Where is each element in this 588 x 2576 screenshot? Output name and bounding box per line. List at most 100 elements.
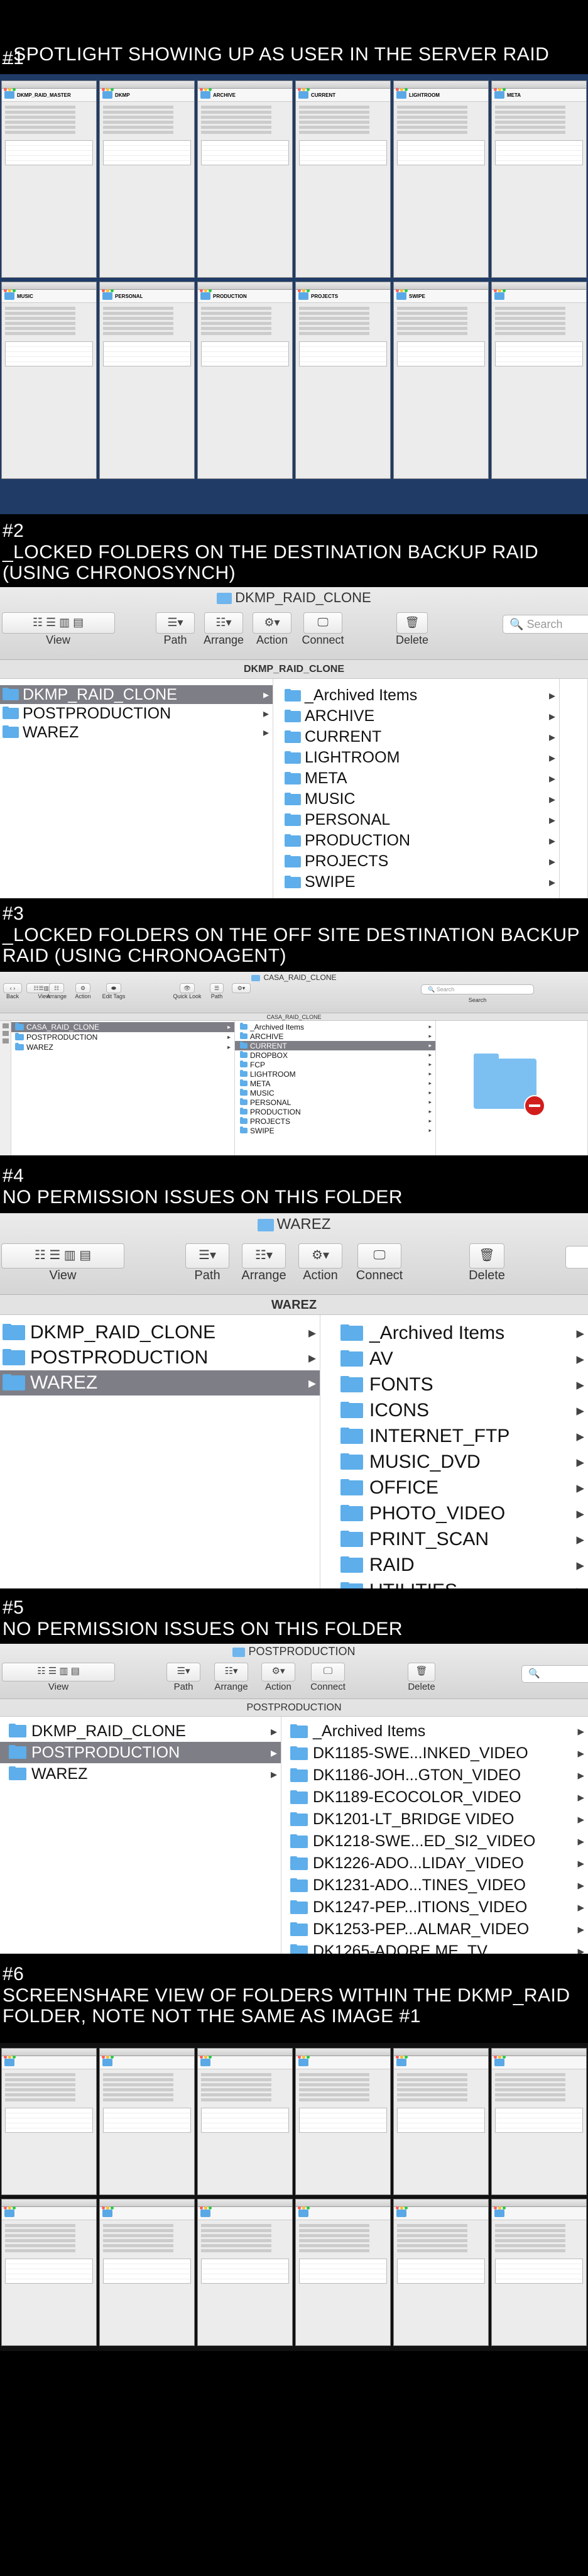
folder-list-item[interactable]: CURRENT ▸ (273, 727, 559, 747)
folder-list-item[interactable]: FONTS ▸ (320, 1372, 588, 1397)
folder-list-item[interactable]: AV ▸ (320, 1346, 588, 1372)
monitor-icon[interactable]: 🖵 (311, 1663, 345, 1682)
window-controls[interactable] (4, 83, 17, 94)
window-controls[interactable] (396, 2050, 409, 2062)
folder-list-item[interactable]: MUSIC ▸ (273, 789, 559, 810)
window-controls[interactable] (200, 83, 213, 94)
window-controls[interactable] (4, 2201, 17, 2213)
window-controls[interactable] (298, 284, 311, 295)
gear-icon[interactable]: ⚙▾ (298, 1243, 342, 1269)
view-buttons[interactable]: ☷ ☰ ▥ ▤ (2, 1663, 115, 1682)
folder-list-item[interactable]: PROJECTS ▸ (273, 851, 559, 872)
arrange-button[interactable]: ☷▾ Arrange (200, 612, 248, 647)
gear-icon[interactable]: ⚙▾ (261, 1663, 295, 1682)
sidebar-volume-item[interactable]: WAREZ ▸ (0, 1370, 320, 1395)
window-controls[interactable] (200, 284, 213, 295)
arrange-icon[interactable]: ☷▾ (242, 1243, 286, 1269)
connect-button[interactable]: 🖵 Connect (297, 612, 349, 647)
folder-list-item[interactable]: DK1201-LT_BRIDGE VIDEO ▸ (281, 1808, 588, 1830)
connect-button[interactable]: 🖵 Connect (303, 1663, 353, 1692)
folder-list-item[interactable]: DK1186-JOH...GTON_VIDEO ▸ (281, 1764, 588, 1786)
folder-list-item[interactable]: PERSONAL ▸ (235, 1098, 435, 1107)
view-control[interactable]: ☷ ☰ ▥ ▤ View (0, 1663, 117, 1692)
connect-button[interactable]: 🖵 Connect (349, 1243, 410, 1283)
path-button[interactable]: ☰▾ Path (153, 612, 197, 647)
window-controls[interactable] (102, 2201, 115, 2213)
window-controls[interactable] (200, 2201, 213, 2213)
gear-icon[interactable]: ⚙▾ (253, 612, 291, 634)
window-controls[interactable] (494, 2201, 507, 2213)
arrange-icon[interactable]: ☷▾ (214, 1663, 248, 1682)
view-control[interactable]: ☷ ☰ ▥ ▤ View (0, 612, 116, 647)
folder-list-item[interactable]: DK1226-ADO...LIDAY_VIDEO ▸ (281, 1852, 588, 1874)
folder-list-item[interactable]: ARCHIVE ▸ (273, 706, 559, 727)
path-icon[interactable]: ☰ (210, 983, 224, 993)
sidebar-volume-item[interactable]: DKMP_RAID_CLONE ▸ (0, 685, 273, 704)
window-controls[interactable] (494, 83, 507, 94)
monitor-icon[interactable]: 🖵 (357, 1243, 401, 1269)
action-button[interactable]: ⚙▾ Action (258, 1663, 299, 1692)
sidebar-volume-item[interactable]: POSTPRODUCTION ▸ (0, 1742, 281, 1763)
path-icon[interactable]: ☰▾ (166, 1663, 200, 1682)
window-controls[interactable] (102, 2050, 115, 2062)
folder-list-item[interactable]: _Archived Items ▸ (281, 1720, 588, 1742)
folder-list-item[interactable]: RAID ▸ (320, 1552, 588, 1578)
trash-icon[interactable]: 🗑 (396, 612, 428, 634)
folder-list-item[interactable]: _Archived Items ▸ (235, 1022, 435, 1032)
sidebar-volume-item[interactable]: POSTPRODUCTION ▸ (0, 1345, 320, 1370)
path-icon[interactable]: ☰▾ (185, 1243, 229, 1269)
sidebar-volume-item[interactable]: POSTPRODUCTION ▸ (11, 1032, 234, 1042)
folder-list-item[interactable]: META ▸ (273, 768, 559, 789)
folder-list-item[interactable]: SWIPE ▸ (273, 872, 559, 893)
folder-list-item[interactable]: MUSIC ▸ (235, 1088, 435, 1098)
folder-list-item[interactable]: ICONS ▸ (320, 1397, 588, 1423)
path-button[interactable]: ☰▾ Path (182, 1243, 232, 1283)
view-buttons[interactable]: ☷ ☰ ▥ ▤ (1, 612, 115, 634)
folder-list-item[interactable]: LIGHTROOM ▸ (235, 1069, 435, 1079)
gear-icon[interactable]: ⚙▾ (232, 983, 251, 993)
window-controls[interactable] (396, 2201, 409, 2213)
folder-list-item[interactable]: META ▸ (235, 1079, 435, 1088)
gear-icon[interactable]: ⚙ (75, 983, 90, 993)
folder-list-item[interactable]: MUSIC_DVD ▸ (320, 1449, 588, 1475)
back-arrow-icon[interactable]: ‹ › (3, 983, 22, 993)
window-controls[interactable] (200, 2050, 213, 2062)
folder-list-item[interactable]: PRINT_SCAN ▸ (320, 1526, 588, 1552)
path-button[interactable]: ☰▾ Path (165, 1663, 202, 1692)
window-controls[interactable] (494, 2050, 507, 2062)
folder-list-item[interactable]: INTERNET_FTP ▸ (320, 1423, 588, 1449)
sidebar-volume-item[interactable]: CASA_RAID_CLONE ▸ (11, 1022, 234, 1032)
view-buttons[interactable]: ☷ ☰ ▥ ▤ (1, 1243, 124, 1269)
monitor-icon[interactable]: 🖵 (303, 612, 342, 634)
sidebar-volume-item[interactable]: WAREZ ▸ (0, 1763, 281, 1785)
action-button[interactable]: ⚙ Action (70, 983, 95, 999)
search-field[interactable]: 🔍 (521, 1665, 588, 1683)
sidebar-volume-item[interactable]: DKMP_RAID_CLONE ▸ (0, 1720, 281, 1742)
window-controls[interactable] (102, 83, 115, 94)
folder-list-item[interactable]: DK1247-PEP...ITIONS_VIDEO ▸ (281, 1896, 588, 1918)
action-menu-button[interactable]: ⚙▾ (229, 983, 254, 993)
folder-list-item[interactable]: CURRENT ▸ (235, 1041, 435, 1050)
folder-list-item[interactable]: PRODUCTION ▸ (235, 1107, 435, 1116)
folder-list-item[interactable]: DK1231-ADO...TINES_VIDEO ▸ (281, 1874, 588, 1896)
folder-list-item[interactable]: DROPBOX ▸ (235, 1050, 435, 1060)
window-controls[interactable] (4, 2050, 17, 2062)
folder-list-item[interactable]: UTILITIES ▸ (320, 1578, 588, 1588)
quick-look-button[interactable]: 👁 Quick Look (170, 983, 205, 999)
delete-button[interactable]: 🗑 Delete (400, 1663, 444, 1692)
tag-icon[interactable]: ⬬ (106, 983, 121, 993)
action-button[interactable]: ⚙▾ Action (295, 1243, 346, 1283)
sidebar-volume-item[interactable]: DKMP_RAID_CLONE ▸ (0, 1320, 320, 1345)
folder-list-item[interactable]: PRODUCTION ▸ (273, 830, 559, 851)
window-controls[interactable] (494, 284, 507, 295)
search-field[interactable]: 🔍 Search (421, 984, 534, 994)
path-button[interactable]: ☰ Path (207, 983, 226, 999)
arrange-icon[interactable]: ☷ (49, 983, 64, 993)
search-field[interactable] (565, 1246, 588, 1269)
folder-list-item[interactable]: FCP ▸ (235, 1060, 435, 1069)
folder-list-item[interactable]: PERSONAL ▸ (273, 810, 559, 830)
sidebar-volume-item[interactable]: WAREZ ▸ (11, 1042, 234, 1052)
folder-list-item[interactable]: SWIPE ▸ (235, 1126, 435, 1135)
path-icon[interactable]: ☰▾ (156, 612, 195, 634)
view-control[interactable]: ☷ ☰ ▥ ▤ View (0, 1243, 126, 1283)
